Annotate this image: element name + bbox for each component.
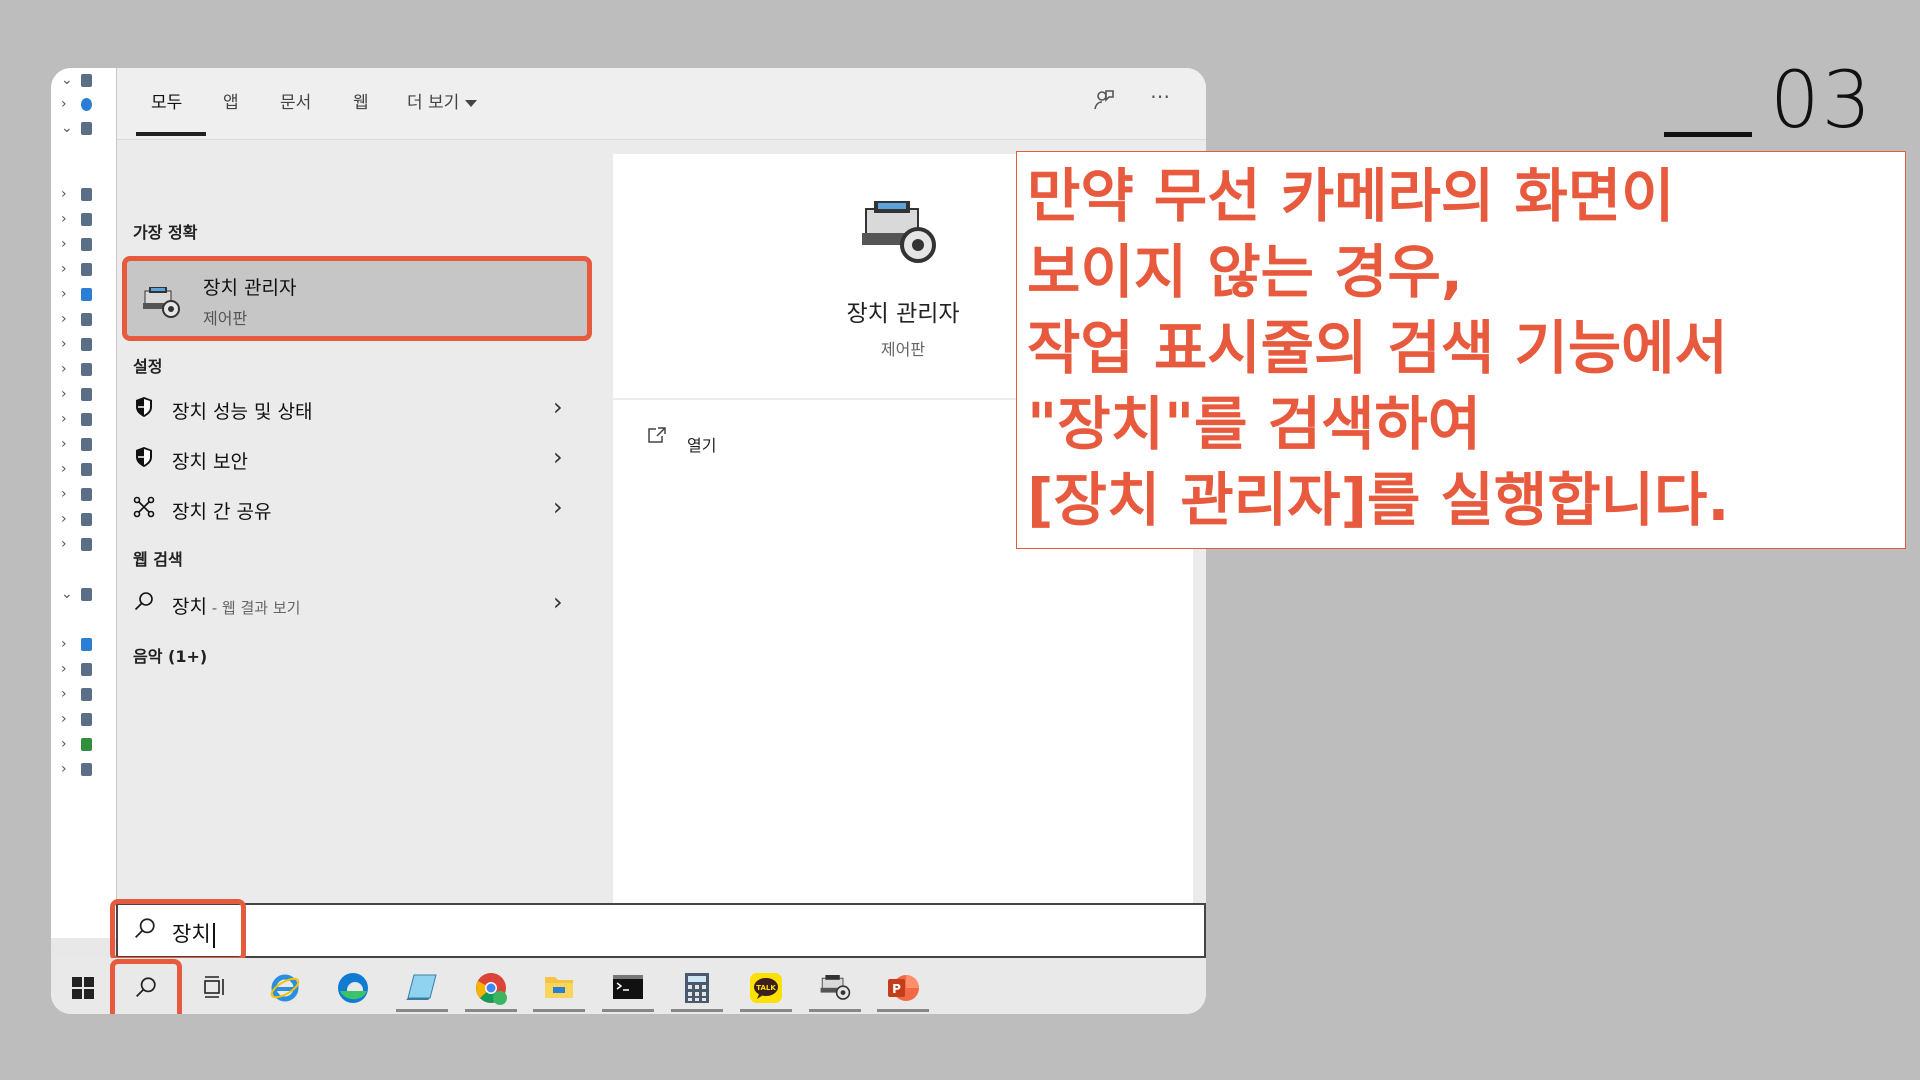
settings-item-label: 장치 보안 <box>172 451 248 473</box>
active-tab-indicator <box>136 132 206 136</box>
settings-item-device-health[interactable]: 장치 성능 및 상태 › <box>117 386 597 430</box>
task-view-icon[interactable] <box>193 968 237 1008</box>
tree-row[interactable]: › <box>61 311 92 327</box>
tree-row[interactable]: › <box>61 336 92 352</box>
search-box[interactable]: 장치 <box>116 903 1206 958</box>
svg-text:TALK: TALK <box>756 984 776 992</box>
section-settings: 설정 <box>133 357 163 376</box>
search-tabs: 모두 앱 문서 웹 더 보기 ⋯ <box>117 68 1206 140</box>
slide-number-text: 03 <box>1770 56 1874 146</box>
kakaotalk-icon[interactable]: TALK <box>740 968 792 1012</box>
tree-row[interactable]: › <box>61 661 92 677</box>
search-box-highlight <box>110 899 246 962</box>
tab-more[interactable]: 더 보기 <box>407 88 478 113</box>
windows-start-icon[interactable] <box>61 968 105 1008</box>
section-music: 음악 (1+) <box>133 647 208 666</box>
tree-scroll-area <box>51 938 117 958</box>
callout-line: 보이지 않는 경우, <box>1027 238 1463 306</box>
slide-number: 03 <box>1664 62 1873 140</box>
tree-row[interactable]: ⌄ <box>61 72 92 88</box>
tree-row[interactable]: › <box>61 761 92 777</box>
taskbar: TALK P <box>51 958 1206 1014</box>
web-search-term: 장치 <box>172 596 207 618</box>
tree-row[interactable]: › <box>61 286 92 302</box>
calculator-icon[interactable] <box>671 968 723 1012</box>
slide-number-dash <box>1664 132 1752 137</box>
device-manager-icon <box>143 287 180 318</box>
shield-icon <box>133 396 155 423</box>
tree-row[interactable]: ⌄ <box>61 120 92 136</box>
tree-row[interactable]: › <box>61 736 92 752</box>
tree-row[interactable]: ⌄ <box>61 586 92 602</box>
settings-item-label: 장치 성능 및 상태 <box>172 401 313 423</box>
device-manager-icon[interactable] <box>809 968 861 1012</box>
tree-row[interactable]: › <box>61 636 92 652</box>
tab-more-label: 더 보기 <box>407 93 460 113</box>
settings-item-nearby-sharing[interactable]: 장치 간 공유 › <box>117 486 597 530</box>
chevron-right-icon: › <box>553 493 563 521</box>
tree-row[interactable]: › <box>61 386 92 402</box>
tree-row[interactable]: › <box>61 436 92 452</box>
file-explorer-icon[interactable] <box>533 968 585 1012</box>
tree-row[interactable]: › <box>61 461 92 477</box>
tree-row[interactable]: › <box>61 211 92 227</box>
tree-row[interactable]: › <box>61 686 92 702</box>
settings-item-device-security[interactable]: 장치 보안 › <box>117 436 597 480</box>
chevron-down-icon <box>465 99 478 107</box>
tree-row[interactable]: › <box>61 486 92 502</box>
open-icon <box>647 426 667 449</box>
web-search-label: 장치 - 웹 결과 보기 <box>172 592 300 619</box>
tree-row[interactable]: › <box>61 261 92 277</box>
section-web-search: 웹 검색 <box>133 550 183 569</box>
edge-icon[interactable] <box>331 968 375 1008</box>
settings-item-label: 장치 간 공유 <box>172 501 272 523</box>
web-search-item[interactable]: 장치 - 웹 결과 보기 › <box>117 581 597 625</box>
open-action[interactable]: 열기 <box>687 432 716 456</box>
results-list: 가장 정확 장치 관리자 제어판 설정 장치 성능 및 상태 › 장치 보안 ›… <box>117 141 597 903</box>
chevron-right-icon: › <box>553 443 563 471</box>
powerpoint-icon[interactable]: P <box>877 968 929 1012</box>
tree-row[interactable]: › <box>61 411 92 427</box>
share-icon <box>133 496 155 523</box>
callout-line: [장치 관리자]를 실행합니다. <box>1027 466 1730 534</box>
tab-all[interactable]: 모두 <box>151 88 182 113</box>
device-manager-icon <box>862 201 936 263</box>
svg-text:P: P <box>892 982 901 996</box>
chrome-icon[interactable] <box>465 968 517 1012</box>
section-best-match: 가장 정확 <box>133 223 198 242</box>
tree-row[interactable]: › <box>61 186 92 202</box>
more-options-icon[interactable]: ⋯ <box>1150 84 1170 108</box>
best-match-item[interactable]: 장치 관리자 제어판 <box>122 256 592 341</box>
shield-icon <box>133 446 155 473</box>
tree-row[interactable]: › <box>61 511 92 527</box>
notepad-icon[interactable] <box>396 968 448 1012</box>
taskbar-search-highlight <box>110 959 182 1014</box>
best-match-name: 장치 관리자 <box>203 277 297 299</box>
device-manager-tree: ⌄ › ⌄ › › › › › › › › › › › › › › › ⌄ › … <box>51 68 117 938</box>
instruction-callout: 만약 무선 카메라의 화면이 보이지 않는 경우, 작업 표시줄의 검색 기능에… <box>1016 151 1906 549</box>
tree-row[interactable]: › <box>61 96 92 112</box>
best-match-source: 제어판 <box>203 309 248 328</box>
tab-documents[interactable]: 문서 <box>280 88 311 113</box>
search-icon <box>133 591 155 616</box>
callout-line: "장치"를 검색하여 <box>1027 390 1482 458</box>
terminal-icon[interactable] <box>602 968 654 1012</box>
tab-apps[interactable]: 앱 <box>223 88 239 113</box>
internet-explorer-icon[interactable] <box>263 968 307 1008</box>
tree-row[interactable]: › <box>61 536 92 552</box>
chevron-right-icon: › <box>553 588 563 616</box>
tree-row[interactable]: › <box>61 236 92 252</box>
tree-row[interactable]: › <box>61 711 92 727</box>
feedback-icon[interactable] <box>1092 88 1116 117</box>
tree-row[interactable]: › <box>61 361 92 377</box>
web-search-sub: - 웹 결과 보기 <box>206 599 301 617</box>
chevron-right-icon: › <box>553 393 563 421</box>
callout-line: 만약 무선 카메라의 화면이 <box>1027 162 1675 230</box>
tab-web[interactable]: 웹 <box>353 88 369 113</box>
callout-line: 작업 표시줄의 검색 기능에서 <box>1027 314 1728 382</box>
